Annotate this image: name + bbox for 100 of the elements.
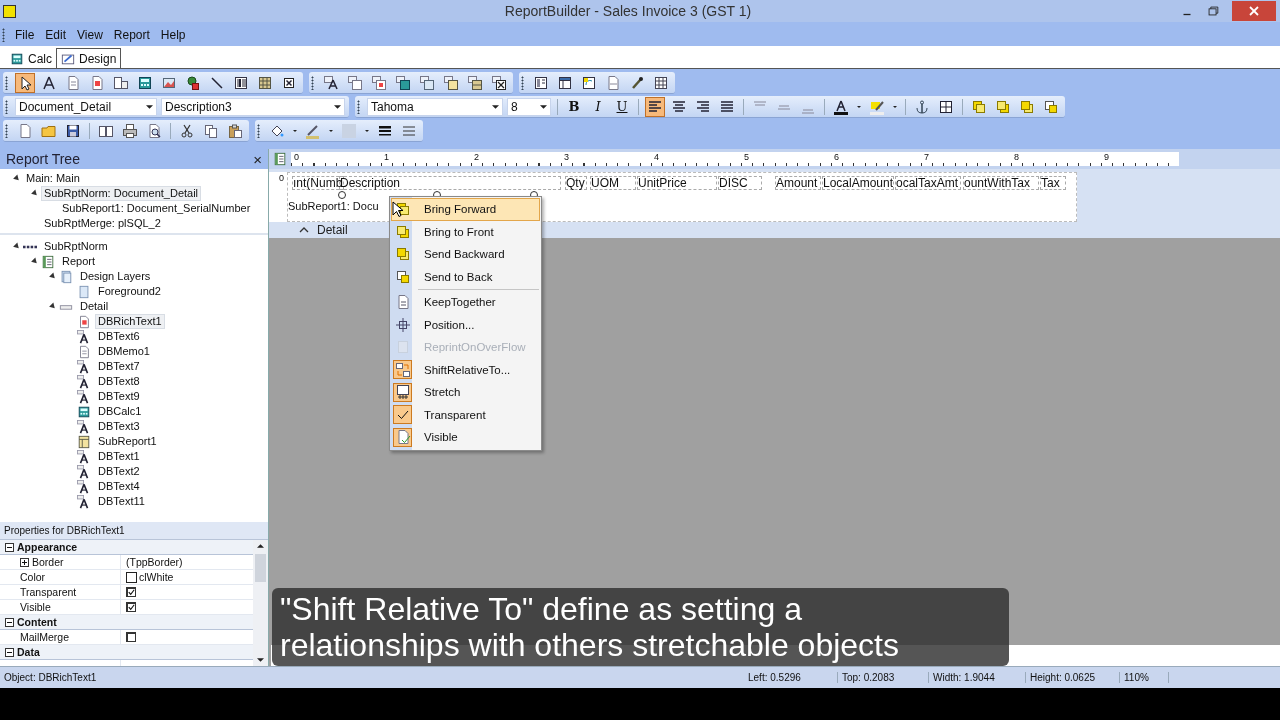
tree-item[interactable]: SubRptMerge: plSQL_2	[41, 216, 164, 231]
dropdown-arrow-icon[interactable]	[146, 104, 153, 109]
menu-item[interactable]: Report	[109, 28, 154, 42]
border-icon[interactable]	[938, 98, 954, 115]
report-field[interactable]: ocalTaxAmt	[895, 176, 961, 190]
scroll-up-arrow-icon[interactable]	[257, 544, 264, 548]
tree-item[interactable]: DBText2	[95, 464, 143, 479]
framed-box-icon[interactable]	[443, 74, 459, 91]
report-field[interactable]: UOM	[590, 176, 636, 190]
collapse-toggle-icon[interactable]	[5, 647, 14, 657]
framed-grid-icon[interactable]	[467, 74, 483, 91]
tree-item[interactable]: Foreground2	[95, 284, 164, 299]
font-dropdown[interactable]: Tahoma	[367, 97, 503, 116]
printer-icon[interactable]	[122, 122, 138, 139]
report-field[interactable]: ountWithTax	[963, 176, 1039, 190]
tree-item[interactable]: Main: Main	[23, 171, 83, 186]
framed-x-box-icon[interactable]	[491, 74, 507, 91]
selected-tool-button[interactable]	[15, 72, 35, 93]
menu-item[interactable]: Send to Back	[391, 265, 540, 288]
tab[interactable]: Calc	[6, 49, 56, 68]
paste-icon[interactable]	[227, 122, 243, 139]
tree-item[interactable]: DBRichText1	[95, 314, 165, 329]
save-icon[interactable]	[65, 122, 81, 139]
report-field[interactable]: LocalAmount	[822, 176, 894, 190]
collapse-toggle-icon[interactable]	[5, 617, 14, 627]
menu-item[interactable]: Edit	[41, 28, 71, 42]
framed-image-icon[interactable]	[419, 74, 435, 91]
underline-button[interactable]: U	[612, 96, 632, 117]
expand-toggle-icon[interactable]	[20, 557, 29, 567]
report-icon[interactable]	[273, 152, 287, 166]
swatch-icon[interactable]	[341, 122, 357, 139]
tree-item[interactable]: DBText11	[95, 494, 148, 509]
close-button[interactable]	[1232, 1, 1276, 21]
framed-rich-text-icon[interactable]	[371, 74, 387, 91]
bring-to-front-icon[interactable]	[995, 98, 1011, 115]
region-icon[interactable]	[533, 74, 549, 91]
tree-item[interactable]: Design Layers	[77, 269, 154, 284]
print-preview-icon[interactable]	[146, 122, 162, 139]
send-backward-icon[interactable]	[1019, 98, 1035, 115]
anchor-icon[interactable]	[914, 98, 930, 115]
menu-item[interactable]: Transparent	[391, 403, 540, 426]
field-dropdown[interactable]: Description3	[161, 97, 345, 116]
scrollbar[interactable]	[253, 540, 268, 666]
tree-item[interactable]: DBText4	[95, 479, 143, 494]
tree-item[interactable]: DBText1	[95, 449, 143, 464]
tree-item[interactable]: SubReport1	[95, 434, 160, 449]
checkbox[interactable]	[126, 602, 136, 612]
collapse-toggle-icon[interactable]	[5, 542, 14, 552]
scroll-down-arrow-icon[interactable]	[257, 658, 264, 662]
page-icon[interactable]	[605, 74, 621, 91]
checkbox[interactable]	[126, 632, 136, 642]
tree-item[interactable]: SubRptNorm: Document_Detail	[41, 186, 202, 201]
report-field[interactable]: UnitPrice	[637, 176, 717, 190]
framed-page-icon[interactable]	[347, 74, 363, 91]
bold-button[interactable]: B	[564, 96, 584, 117]
menu-item[interactable]: Help	[156, 28, 190, 42]
menu-item[interactable]: KeepTogether	[391, 291, 540, 314]
subreport-field[interactable]: SubReport1: Docu	[288, 200, 379, 212]
italic-button[interactable]: I	[588, 96, 608, 117]
tree-item[interactable]: DBText3	[95, 419, 143, 434]
scissors-icon[interactable]	[179, 122, 195, 139]
dropdown-arrow-icon[interactable]	[492, 104, 499, 109]
menu-item[interactable]: Bring Forward	[391, 198, 540, 221]
tree-item[interactable]: Report	[59, 254, 99, 269]
tree-item[interactable]: DBText9	[95, 389, 143, 404]
report-field[interactable]: Amount	[775, 176, 821, 190]
tree-item[interactable]: Detail	[77, 299, 112, 314]
tab[interactable]: Design	[56, 48, 122, 68]
report-field[interactable]: Qty	[565, 176, 587, 190]
menu-item[interactable]: Bring to Front	[391, 220, 540, 243]
dropdown-arrow-icon[interactable]	[334, 104, 341, 109]
resize-handle[interactable]	[338, 191, 346, 199]
grid-icon[interactable]	[653, 74, 669, 91]
tree-item[interactable]: DBCalc1	[95, 404, 145, 419]
line-color-icon[interactable]	[305, 122, 321, 139]
restore-icon[interactable]	[1206, 4, 1220, 18]
bring-forward-icon[interactable]	[971, 98, 987, 115]
close-button[interactable]: ×	[253, 150, 262, 168]
menu-item[interactable]: View	[73, 28, 107, 42]
menu-item[interactable]: ShiftRelativeTo...	[391, 358, 540, 381]
font-color-icon[interactable]	[833, 98, 849, 115]
menu-item[interactable]: Position...	[391, 313, 540, 336]
crosstab-icon[interactable]	[581, 74, 597, 91]
framed-calculator-icon[interactable]	[395, 74, 411, 91]
menu-item[interactable]: File	[11, 28, 39, 42]
menu-item[interactable]: Visible	[391, 426, 540, 449]
tree-item[interactable]: DBText6	[95, 329, 143, 344]
report-field[interactable]: Tax	[1040, 176, 1066, 190]
send-to-back-icon[interactable]	[1043, 98, 1059, 115]
framed-letter-a-icon[interactable]	[323, 74, 339, 91]
tree-item[interactable]: SubRptNorm	[41, 239, 111, 254]
tree-item[interactable]: DBMemo1	[95, 344, 153, 359]
checkbox[interactable]	[126, 587, 136, 597]
tree-item[interactable]: SubReport1: Document_SerialNumber	[59, 201, 254, 216]
dropdown-arrow-icon[interactable]	[540, 104, 547, 109]
pen-icon[interactable]	[629, 74, 645, 91]
menu-item[interactable]: Send Backward	[391, 243, 540, 266]
font-size-dropdown[interactable]: 8	[507, 97, 551, 116]
alignment-button[interactable]	[645, 96, 665, 117]
copy-icon[interactable]	[203, 122, 219, 139]
